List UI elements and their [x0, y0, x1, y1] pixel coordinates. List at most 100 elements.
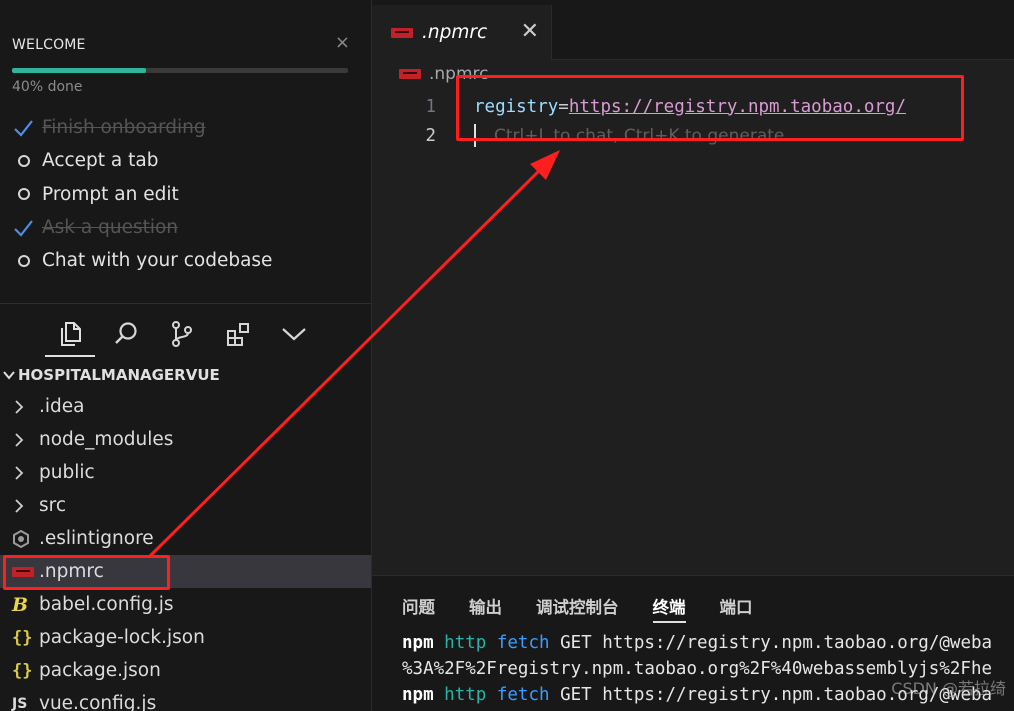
config-key: registry	[474, 96, 559, 117]
tree-file-package-lock[interactable]: {} package-lock.json	[0, 621, 371, 654]
activity-bar	[42, 313, 322, 357]
ai-hint-text: Ctrl+L to chat, Ctrl+K to generate	[494, 125, 785, 146]
terminal-http: http	[444, 685, 487, 705]
checkmark-icon	[12, 117, 42, 139]
task-label: Prompt an edit	[42, 183, 179, 205]
npm-file-icon	[12, 566, 39, 577]
code-line[interactable]: 1 registry=https://registry.npm.taobao.o…	[372, 92, 1014, 121]
panel-tab-terminal[interactable]: 终端	[652, 594, 686, 623]
panel-tab-output[interactable]: 输出	[469, 594, 502, 623]
task-chat-with-your-codebase[interactable]: Chat with your codebase	[12, 244, 362, 277]
task-label: Accept a tab	[42, 150, 159, 172]
chevron-down-icon	[0, 370, 18, 380]
project-name: HOSPITALMANAGERVUE	[18, 366, 220, 384]
editor-tab-bar: .npmrc ✕	[372, 0, 1014, 60]
npm-file-icon	[399, 69, 421, 79]
terminal-text: GET https://registry.npm.taobao.org/@web…	[549, 633, 993, 653]
code-editor[interactable]: 1 registry=https://registry.npm.taobao.o…	[372, 92, 1014, 150]
panel-tabs: 问题 输出 调试控制台 终端 端口	[402, 594, 787, 623]
registry-url-link[interactable]: https://registry.npm.taobao.org/	[569, 97, 906, 117]
breadcrumb[interactable]: .npmrc	[399, 64, 489, 84]
progress-label: 40% done	[12, 79, 83, 95]
tree-file-vue-config[interactable]: JS vue.config.js	[0, 687, 371, 711]
sidebar-divider	[0, 303, 371, 304]
search-icon[interactable]	[98, 313, 154, 355]
tree-file-babel-config[interactable]: B babel.config.js	[0, 588, 371, 621]
tree-file-package-json[interactable]: {} package.json	[0, 654, 371, 687]
sidebar: WELCOME × 40% done Finish onboarding Acc…	[0, 0, 372, 711]
line-number: 2	[425, 125, 436, 146]
chevron-down-icon[interactable]	[266, 313, 322, 355]
tree-item-label: .idea	[39, 396, 85, 417]
files-icon[interactable]	[42, 313, 98, 357]
babel-file-icon: B	[12, 593, 29, 616]
source-control-icon[interactable]	[154, 313, 210, 355]
welcome-header: WELCOME ×	[12, 32, 358, 54]
task-label: Finish onboarding	[42, 117, 206, 139]
tree-folder-public[interactable]: public	[0, 456, 371, 489]
tree-folder-node-modules[interactable]: node_modules	[0, 423, 371, 456]
tree-item-label: src	[39, 495, 67, 516]
tree-item-label: public	[39, 462, 95, 483]
close-icon[interactable]: ✕	[521, 19, 539, 44]
panel-tab-ports[interactable]: 端口	[720, 594, 753, 623]
extensions-icon[interactable]	[210, 313, 266, 355]
terminal-fetch: fetch	[496, 685, 550, 705]
task-prompt-an-edit[interactable]: Prompt an edit	[12, 178, 362, 211]
onboarding-progress-fill	[12, 68, 147, 73]
tree-item-label: package.json	[39, 660, 161, 681]
terminal-npm: npm	[402, 633, 434, 653]
circle-icon	[12, 254, 42, 267]
bottom-panel: 问题 输出 调试控制台 终端 端口 npm http fetch GET htt…	[372, 575, 1014, 711]
task-label: Chat with your codebase	[42, 250, 273, 272]
tree-item-label: babel.config.js	[39, 594, 174, 615]
circle-icon	[12, 188, 42, 201]
tree-item-label: node_modules	[39, 429, 174, 450]
tree-item-label: .eslintignore	[39, 528, 154, 549]
tree-item-label: package-lock.json	[39, 627, 205, 648]
npm-file-icon	[391, 27, 413, 38]
chevron-right-icon	[12, 498, 39, 513]
explorer-project-header[interactable]: HOSPITALMANAGERVUE	[0, 364, 371, 386]
panel-tab-debug-console[interactable]: 调试控制台	[536, 594, 619, 623]
onboarding-task-list: Finish onboarding Accept a tab Prompt an…	[12, 111, 362, 277]
tree-folder-src[interactable]: src	[0, 489, 371, 522]
task-label: Ask a question	[42, 217, 179, 239]
watermark: CSDN @若拉绮	[891, 679, 1006, 698]
task-accept-a-tab[interactable]: Accept a tab	[12, 144, 362, 177]
breadcrumb-label: .npmrc	[429, 64, 489, 84]
tree-item-label: .npmrc	[39, 561, 104, 582]
checkmark-icon	[12, 217, 42, 239]
eslint-file-icon	[12, 529, 39, 548]
panel-tab-problems[interactable]: 问题	[402, 594, 435, 623]
chevron-right-icon	[12, 399, 39, 414]
tree-item-label: vue.config.js	[39, 693, 157, 711]
config-operator: =	[558, 96, 569, 117]
task-ask-a-question[interactable]: Ask a question	[12, 211, 362, 244]
json-file-icon: {}	[12, 660, 33, 681]
terminal-http: http	[444, 633, 487, 653]
json-file-icon: {}	[12, 627, 33, 648]
tab-label: .npmrc	[422, 22, 488, 43]
editor-area: .npmrc ✕ .npmrc 1 registry=https://regis…	[372, 0, 1014, 575]
circle-icon	[12, 154, 42, 167]
onboarding-progress-bar	[12, 68, 348, 73]
file-tree: .idea node_modules public src .eslintign…	[0, 390, 371, 711]
chevron-right-icon	[12, 432, 39, 447]
code-text: registry=https://registry.npm.taobao.org…	[474, 97, 906, 117]
terminal-line: npm http fetch GET https://registry.npm.…	[402, 630, 992, 656]
welcome-close-button[interactable]: ×	[335, 32, 350, 53]
line-number: 1	[425, 96, 436, 117]
tab-npmrc[interactable]: .npmrc ✕	[372, 5, 552, 60]
terminal-fetch: fetch	[496, 633, 550, 653]
tree-folder-idea[interactable]: .idea	[0, 390, 371, 423]
task-finish-onboarding[interactable]: Finish onboarding	[12, 111, 362, 144]
js-file-icon: JS	[12, 695, 28, 711]
terminal-npm: npm	[402, 685, 434, 705]
welcome-title: WELCOME	[12, 37, 86, 53]
tree-file-eslintignore[interactable]: .eslintignore	[0, 522, 371, 555]
tree-file-npmrc[interactable]: .npmrc	[0, 555, 371, 588]
code-line[interactable]: 2 Ctrl+L to chat, Ctrl+K to generate	[372, 121, 1014, 150]
chevron-right-icon	[12, 465, 39, 480]
text-cursor	[474, 124, 476, 147]
